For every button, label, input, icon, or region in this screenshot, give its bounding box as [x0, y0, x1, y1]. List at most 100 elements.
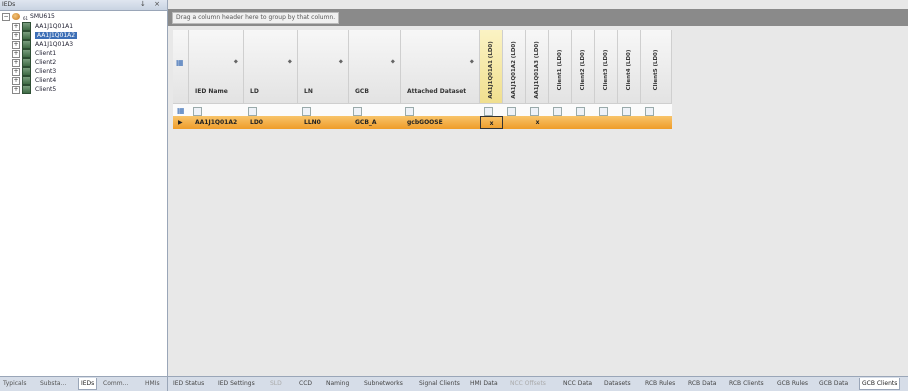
tab-ncc-offsets[interactable]: NCC Offsets	[510, 378, 546, 389]
tab-hmis[interactable]: HMIs	[145, 378, 160, 389]
tab-ccd[interactable]: CCD	[299, 378, 312, 389]
tree-root[interactable]: − 61 SMU615	[2, 12, 55, 21]
tab-gcb-rules[interactable]: GCB Rules	[777, 378, 808, 389]
client-cell[interactable]	[641, 116, 664, 129]
filter-cell[interactable]	[530, 107, 539, 116]
column-header-ied-name[interactable]: ⬥ IED Name	[189, 30, 244, 103]
column-header-client[interactable]: Client3 (LD0)	[595, 30, 618, 103]
grid-corner[interactable]: ▦	[173, 30, 189, 103]
table-row[interactable]: ▶ AA1J1Q01A2 LD0 LLN0 GCB_A gcbGOOSE x x	[173, 116, 672, 129]
filter-cell[interactable]	[484, 107, 493, 116]
tree-item[interactable]: + Client4	[12, 76, 56, 85]
filter-cell[interactable]	[622, 107, 631, 116]
tab-naming[interactable]: Naming	[326, 378, 349, 389]
filter-icon[interactable]: ⬥	[288, 58, 292, 66]
client-cell[interactable]	[572, 116, 595, 129]
expand-icon[interactable]: +	[12, 85, 20, 94]
tab-substations[interactable]: Substa...	[40, 378, 66, 389]
tree-item[interactable]: + Client2	[12, 58, 56, 67]
expand-icon[interactable]: +	[12, 58, 20, 67]
bottom-tab-strip: IED Status IED Settings SLD CCD Naming S…	[168, 376, 908, 391]
client-cell[interactable]	[503, 116, 526, 129]
tab-gcb-data[interactable]: GCB Data	[819, 378, 848, 389]
panel-buttons[interactable]: ↓ ×	[140, 0, 163, 8]
tab-rcb-clients[interactable]: RCB Clients	[729, 378, 764, 389]
filter-icon[interactable]: ⬥	[234, 58, 238, 66]
tab-sld[interactable]: SLD	[270, 378, 282, 389]
filter-icon[interactable]: ⬥	[470, 58, 474, 66]
column-header-client[interactable]: AA1J1Q01A1 (LD0)	[480, 30, 503, 103]
column-header-client[interactable]: Client5 (LD0)	[641, 30, 672, 103]
expand-icon[interactable]: +	[12, 31, 20, 40]
tree-item[interactable]: + Client3	[12, 67, 56, 76]
cell-gcb[interactable]: GCB_A	[355, 116, 377, 129]
filter-cell[interactable]	[507, 107, 516, 116]
filter-cell[interactable]	[576, 107, 585, 116]
column-header-ld[interactable]: ⬥ LD	[244, 30, 298, 103]
cell-ln[interactable]: LLN0	[304, 116, 321, 129]
tab-communication[interactable]: Comm...	[103, 378, 128, 389]
left-tab-strip: Typicals Substa... IEDs Comm... HMIs	[0, 376, 167, 391]
tab-ieds[interactable]: IEDs	[78, 378, 98, 390]
group-by-bar[interactable]: Drag a column header here to group by th…	[168, 9, 908, 26]
filter-cell[interactable]	[553, 107, 562, 116]
tab-ncc-data[interactable]: NCC Data	[563, 378, 592, 389]
column-header-client[interactable]: Client1 (LD0)	[549, 30, 572, 103]
expand-icon[interactable]: +	[12, 40, 20, 49]
filter-cell[interactable]	[645, 107, 654, 116]
tab-datasets[interactable]: Datasets	[604, 378, 631, 389]
tab-ied-status[interactable]: IED Status	[173, 378, 204, 389]
column-header-attached-dataset[interactable]: ⬥ Attached Dataset	[401, 30, 480, 103]
column-header-ln[interactable]: ⬥ LN	[298, 30, 349, 103]
filter-cell[interactable]	[302, 107, 311, 116]
column-header-gcb[interactable]: ⬥ GCB	[349, 30, 401, 103]
tree-item[interactable]: + Client5	[12, 85, 56, 94]
client-icon	[22, 58, 31, 67]
client-icon	[22, 85, 31, 94]
tree-item[interactable]: + AA1J1Q01A1	[12, 22, 73, 31]
filter-cell[interactable]	[193, 107, 202, 116]
tab-ied-settings[interactable]: IED Settings	[218, 378, 255, 389]
client-cell[interactable]: x	[526, 116, 549, 129]
tab-gcb-clients[interactable]: GCB Clients	[859, 378, 901, 390]
client-cell[interactable]: x	[480, 116, 503, 129]
tab-rcb-data[interactable]: RCB Data	[688, 378, 716, 389]
expand-icon[interactable]: +	[12, 49, 20, 58]
client-cell[interactable]	[549, 116, 572, 129]
cell-ld[interactable]: LD0	[250, 116, 263, 129]
filter-cell[interactable]	[599, 107, 608, 116]
column-header-client[interactable]: Client2 (LD0)	[572, 30, 595, 103]
column-chooser-icon[interactable]: ▦	[176, 58, 184, 67]
column-header-client[interactable]: AA1J1Q01A3 (LD0)	[526, 30, 549, 103]
filter-cell[interactable]	[353, 107, 362, 116]
column-header-client[interactable]: AA1J1Q01A2 (LD0)	[503, 30, 526, 103]
tab-signal-clients[interactable]: Signal Clients	[419, 378, 460, 389]
tree-item-label: AA1J1Q01A1	[35, 23, 74, 30]
column-header-client[interactable]: Client4 (LD0)	[618, 30, 641, 103]
tab-rcb-rules[interactable]: RCB Rules	[645, 378, 675, 389]
collapse-icon[interactable]: −	[2, 12, 10, 21]
cell-ied-name[interactable]: AA1J1Q01A2	[195, 116, 237, 129]
client-cell[interactable]	[595, 116, 618, 129]
root-sub: 61	[23, 16, 29, 22]
column-label: AA1J1Q01A3 (LD0)	[534, 41, 540, 99]
filter-cell[interactable]	[248, 107, 257, 116]
column-label: LN	[304, 88, 313, 95]
tree-item-label: Client5	[35, 86, 57, 93]
tab-subnetworks[interactable]: Subnetworks	[364, 378, 403, 389]
tab-hmi-data[interactable]: HMI Data	[470, 378, 498, 389]
expand-icon[interactable]: +	[12, 67, 20, 76]
ied-icon	[22, 40, 31, 49]
expand-icon[interactable]: +	[12, 76, 20, 85]
client-cell[interactable]	[618, 116, 641, 129]
cell-attached-dataset[interactable]: gcbGOOSE	[407, 116, 443, 129]
tree-item[interactable]: + Client1	[12, 49, 56, 58]
expand-icon[interactable]: +	[12, 22, 20, 31]
tree-item-selected[interactable]: + AA1J1Q01A2	[12, 31, 78, 40]
tab-typicals[interactable]: Typicals	[3, 378, 27, 389]
filter-icon[interactable]: ⬥	[391, 58, 395, 66]
substation-icon	[12, 13, 20, 20]
filter-icon[interactable]: ⬥	[339, 58, 343, 66]
tree-item[interactable]: + AA1J1Q01A3	[12, 40, 73, 49]
filter-cell[interactable]	[405, 107, 414, 116]
